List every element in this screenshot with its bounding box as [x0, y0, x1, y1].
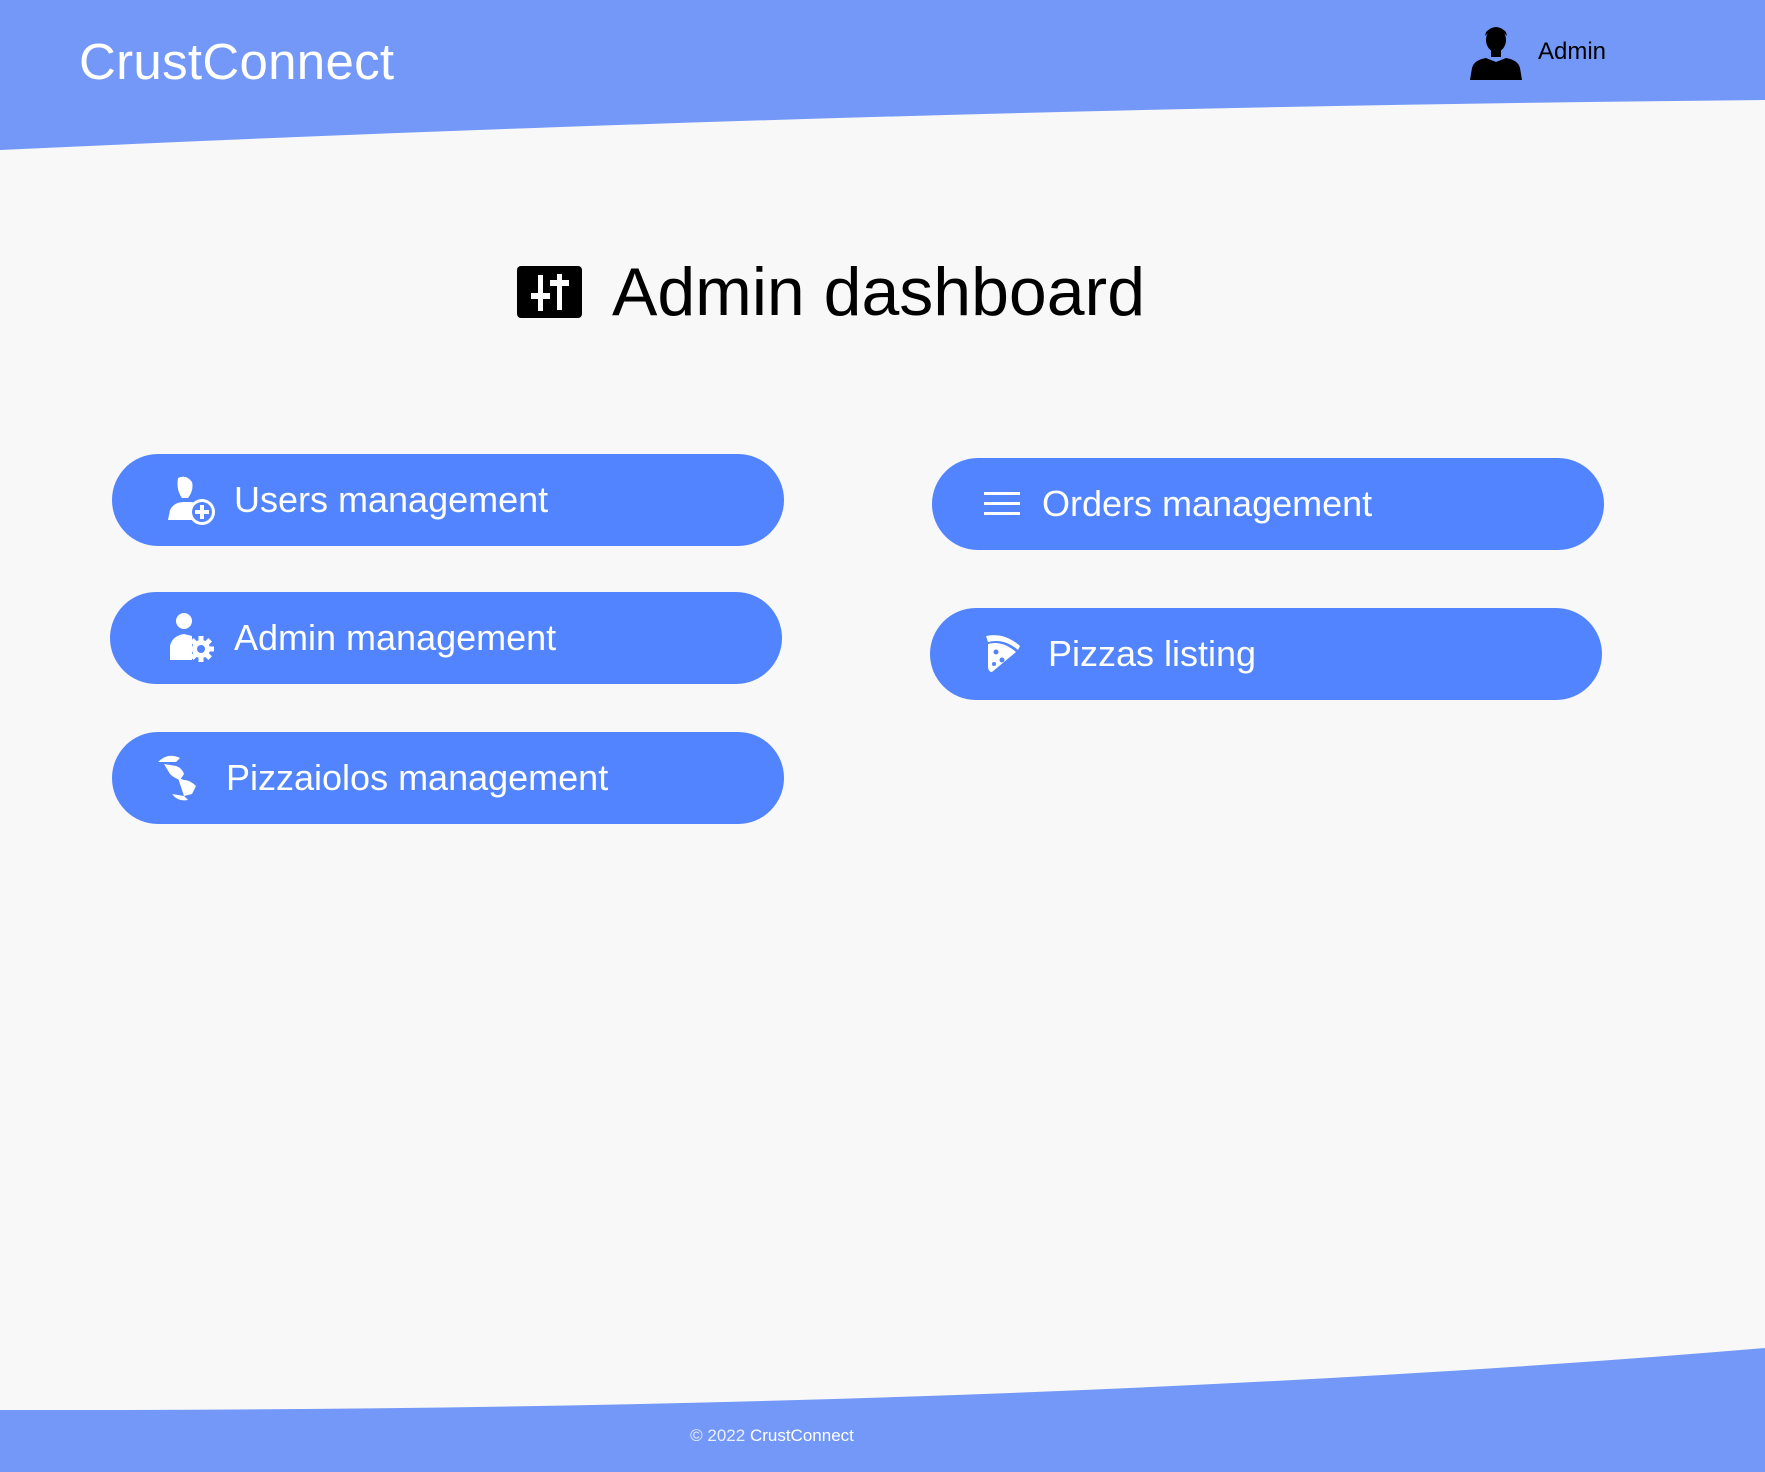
- pizzaiolos-management-button[interactable]: Pizzaiolos management: [112, 732, 784, 824]
- orders-management-button[interactable]: Orders management: [932, 458, 1604, 550]
- pizzaiolos-management-label: Pizzaiolos management: [226, 757, 609, 798]
- footer-brand-link[interactable]: CrustConnect: [750, 1426, 854, 1445]
- footer-copyright: © 2022: [690, 1426, 746, 1445]
- footer-background: [0, 1348, 1765, 1472]
- pizzas-listing-label: Pizzas listing: [1048, 633, 1257, 674]
- list-icon: [984, 492, 1020, 515]
- user-gear-icon: [170, 613, 214, 662]
- admin-management-button[interactable]: Admin management: [110, 592, 782, 684]
- user-name: Admin: [1538, 38, 1607, 65]
- brand-logo-text[interactable]: CrustConnect: [79, 32, 394, 91]
- user-avatar-icon: [1470, 27, 1522, 80]
- user-plus-icon: [168, 476, 215, 525]
- users-management-button[interactable]: Users management: [112, 454, 784, 546]
- pizzaiolo-icon: [158, 755, 196, 801]
- pizza-slice-icon: [986, 635, 1020, 672]
- sliders-icon: [517, 266, 582, 318]
- orders-management-label: Orders management: [1042, 483, 1373, 524]
- pizzas-listing-button[interactable]: Pizzas listing: [930, 608, 1602, 700]
- page-title: Admin dashboard: [517, 252, 1145, 332]
- admin-management-label: Admin management: [234, 617, 557, 658]
- footer: © 2022 CrustConnect: [0, 1426, 1544, 1446]
- page-title-text: Admin dashboard: [612, 254, 1146, 330]
- users-management-label: Users management: [234, 479, 549, 520]
- user-menu[interactable]: Admin: [1468, 22, 1606, 82]
